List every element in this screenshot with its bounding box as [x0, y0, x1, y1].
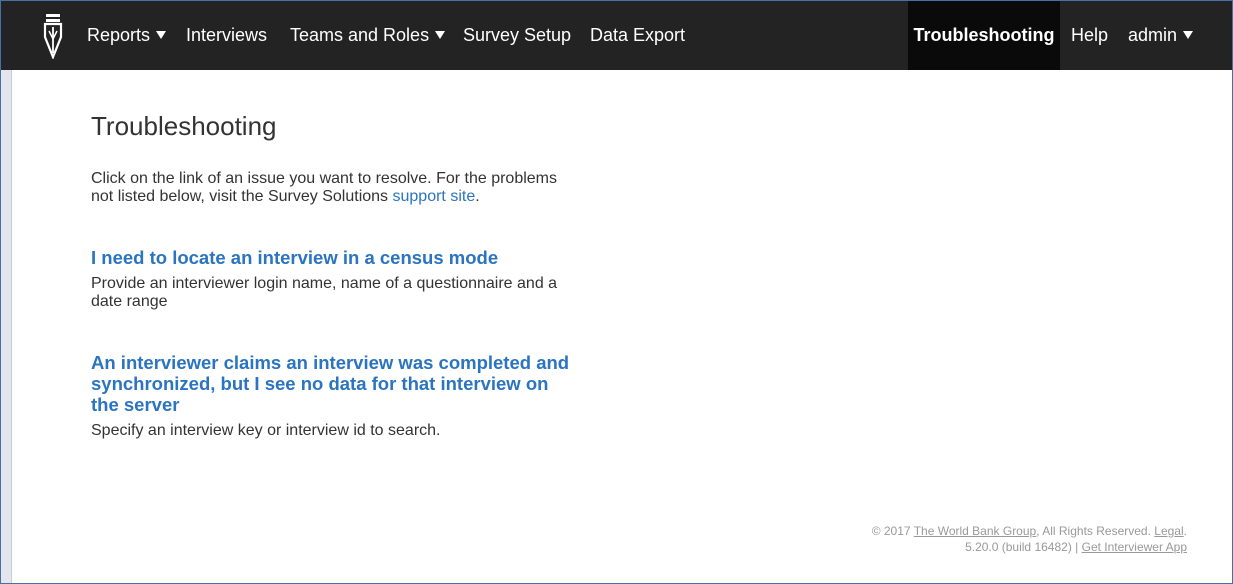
nav-data-export-label: Data Export [590, 25, 686, 45]
support-site-link[interactable]: support site [393, 188, 476, 205]
main-content: Troubleshooting Click on the link of an … [91, 96, 581, 440]
issue-description: Provide an interviewer login name, name … [91, 275, 558, 310]
pen-nib-logo-icon[interactable] [42, 13, 64, 59]
nav-user-label: admin [1128, 25, 1178, 45]
nav-reports-label: Reports [87, 25, 151, 45]
page-footer: © 2017 The World Bank Group, All Rights … [872, 523, 1187, 555]
nav-user-menu[interactable]: admin [1128, 1, 1194, 70]
caret-down-icon [435, 31, 446, 39]
issue-link-missing-data[interactable]: An interviewer claims an interview was c… [91, 352, 581, 415]
issue-item: I need to locate an interview in a censu… [91, 247, 581, 311]
intro-end: . [475, 188, 480, 205]
version-text: 5.20.0 (build 16482) | [965, 540, 1079, 554]
caret-down-icon [1183, 31, 1194, 39]
nav-teams-and-roles[interactable]: Teams and Roles [290, 1, 446, 70]
nav-interviews[interactable]: Interviews [186, 1, 267, 70]
issue-description: Specify an interview key or interview id… [91, 422, 441, 439]
legal-link[interactable]: Legal [1154, 524, 1183, 538]
intro-paragraph: Click on the link of an issue you want t… [91, 170, 566, 206]
copyright-prefix: © 2017 [871, 524, 911, 538]
caret-down-icon [156, 31, 167, 39]
nav-reports[interactable]: Reports [87, 1, 167, 70]
nav-troubleshooting-label: Troubleshooting [913, 25, 1055, 45]
issue-link-census-mode[interactable]: I need to locate an interview in a censu… [91, 247, 581, 268]
intro-text: Click on the link of an issue you want t… [91, 170, 557, 205]
nav-help[interactable]: Help [1071, 1, 1108, 70]
footer-version-line: 5.20.0 (build 16482) | Get Interviewer A… [872, 539, 1187, 555]
world-bank-link[interactable]: The World Bank Group [914, 524, 1037, 538]
nav-survey-setup[interactable]: Survey Setup [463, 1, 571, 70]
footer-copyright-line: © 2017 The World Bank Group, All Rights … [872, 523, 1187, 539]
nav-troubleshooting[interactable]: Troubleshooting [908, 1, 1060, 70]
nav-help-label: Help [1071, 25, 1109, 45]
issue-item: An interviewer claims an interview was c… [91, 352, 581, 440]
rights-text: , All Rights Reserved. [1036, 524, 1151, 538]
get-interviewer-app-link[interactable]: Get Interviewer App [1082, 540, 1187, 554]
nav-interviews-label: Interviews [186, 25, 268, 45]
page-title: Troubleshooting [91, 111, 277, 141]
nav-teams-label: Teams and Roles [290, 25, 430, 45]
nav-data-export[interactable]: Data Export [590, 1, 685, 70]
left-edge-strip [1, 70, 12, 583]
legal-end: . [1183, 524, 1187, 538]
browser-frame: Reports Interviews Teams and Roles Surve… [0, 0, 1233, 584]
nav-survey-setup-label: Survey Setup [463, 25, 572, 45]
top-navbar: Reports Interviews Teams and Roles Surve… [1, 1, 1232, 70]
